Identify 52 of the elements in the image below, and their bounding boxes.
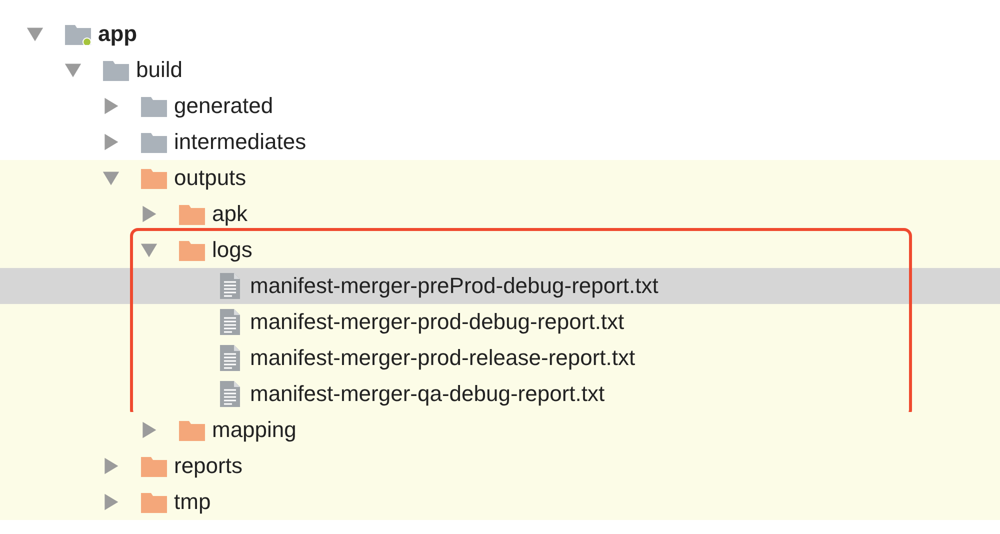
item-name: apk [212, 201, 248, 227]
tree-row[interactable]: manifest-merger-qa-debug-report.txt [0, 376, 1000, 412]
item-name: intermediates [174, 129, 306, 155]
item-name: logs [212, 237, 252, 263]
text-file-icon [220, 273, 240, 299]
tree-row[interactable]: manifest-merger-prod-release-report.txt [0, 340, 1000, 376]
folder-icon [179, 239, 205, 261]
item-name: generated [174, 93, 274, 119]
item-name: app [98, 21, 138, 47]
tree-row[interactable]: mapping [0, 412, 1000, 448]
tree-row[interactable]: tmp [0, 484, 1000, 520]
expand-arrow-icon[interactable] [102, 493, 120, 511]
item-name: tmp [174, 489, 211, 515]
collapse-arrow-icon[interactable] [140, 241, 158, 259]
item-name: manifest-merger-prod-release-report.txt [250, 345, 636, 371]
folder-icon [103, 59, 129, 81]
item-name: build [136, 57, 182, 83]
folder-icon [179, 203, 205, 225]
expand-arrow-icon[interactable] [140, 205, 158, 223]
tree-row[interactable]: manifest-merger-preProd-debug-report.txt [0, 268, 1000, 304]
folder-icon [65, 23, 91, 45]
expand-arrow-icon[interactable] [102, 457, 120, 475]
tree-row[interactable]: generated [0, 88, 1000, 124]
item-name: reports [174, 453, 242, 479]
folder-icon [141, 131, 167, 153]
collapse-arrow-icon[interactable] [26, 25, 44, 43]
tree-row[interactable]: apk [0, 196, 1000, 232]
tree-row[interactable]: app [0, 16, 1000, 52]
tree-row[interactable]: logs [0, 232, 1000, 268]
folder-icon [141, 95, 167, 117]
expand-arrow-icon[interactable] [102, 133, 120, 151]
collapse-arrow-icon[interactable] [64, 61, 82, 79]
tree-row[interactable]: build [0, 52, 1000, 88]
tree-row[interactable]: outputs [0, 160, 1000, 196]
folder-icon [141, 455, 167, 477]
tree-row[interactable]: intermediates [0, 124, 1000, 160]
item-name: outputs [174, 165, 246, 191]
folder-icon [141, 167, 167, 189]
expand-arrow-icon[interactable] [140, 421, 158, 439]
item-name: mapping [212, 417, 296, 443]
text-file-icon [220, 309, 240, 335]
tree-row[interactable]: reports [0, 448, 1000, 484]
item-name: manifest-merger-qa-debug-report.txt [250, 381, 605, 407]
item-name: manifest-merger-preProd-debug-report.txt [250, 273, 658, 299]
folder-icon [141, 491, 167, 513]
text-file-icon [220, 381, 240, 407]
expand-arrow-icon[interactable] [102, 97, 120, 115]
item-name: manifest-merger-prod-debug-report.txt [250, 309, 624, 335]
tree-row[interactable]: manifest-merger-prod-debug-report.txt [0, 304, 1000, 340]
text-file-icon [220, 345, 240, 371]
folder-icon [179, 419, 205, 441]
collapse-arrow-icon[interactable] [102, 169, 120, 187]
